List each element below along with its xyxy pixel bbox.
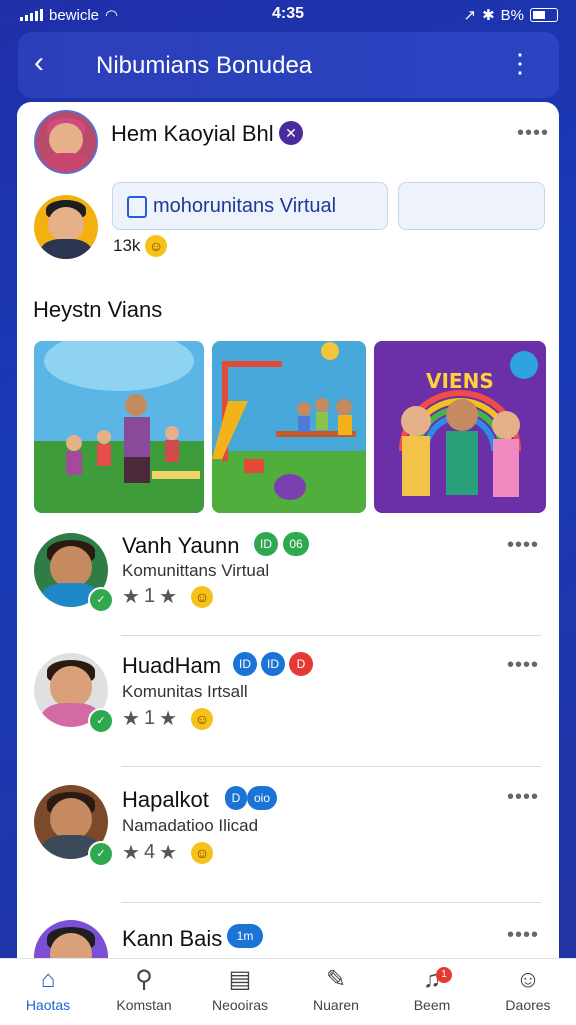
nav-item-notifications[interactable]: ♫ 1 Beem xyxy=(384,965,480,1013)
badge-icon: D xyxy=(225,786,247,810)
gallery-image-2[interactable] xyxy=(212,341,366,513)
user-name[interactable]: HuadHam xyxy=(122,653,221,679)
online-status-icon: ✓ xyxy=(88,708,114,734)
star-icon: ★ xyxy=(159,586,177,608)
list-icon: ▤ xyxy=(228,966,252,993)
laugh-emoji-icon: ☺ xyxy=(191,585,213,608)
star-icon: ★ xyxy=(122,586,140,608)
profile-icon: ☺ xyxy=(515,966,541,993)
divider xyxy=(121,902,541,903)
laugh-emoji-icon: ☺ xyxy=(191,841,213,864)
bluetooth-icon: ✱ xyxy=(482,7,495,24)
status-bar: bewicle ◠ 4:35 ↗ ✱ B% xyxy=(0,0,576,30)
user-more-icon[interactable]: •••• xyxy=(507,534,539,557)
reaction-count: 13k xyxy=(113,236,141,255)
document-icon xyxy=(127,196,147,218)
search-icon: ⚲ xyxy=(135,966,153,993)
nav-label: Haotas xyxy=(25,997,71,1013)
badge-icon: D xyxy=(289,652,313,676)
user-subtitle: Namadatioo Ilicad xyxy=(122,816,259,835)
location-icon: ↗ xyxy=(463,7,477,24)
divider xyxy=(121,635,541,636)
post-more-icon[interactable]: •••• xyxy=(517,122,549,145)
overflow-menu-icon[interactable]: ⋮ xyxy=(507,48,533,78)
community-avatar[interactable] xyxy=(34,195,98,259)
online-status-icon: ✓ xyxy=(88,587,114,613)
user-subtitle: Komunitas Irtsall xyxy=(122,682,248,701)
gallery-image-1[interactable] xyxy=(34,341,204,513)
friends-illustration xyxy=(374,341,546,513)
gallery-banner-text: VIENS xyxy=(426,369,494,393)
moderator-badge-icon: ✕ xyxy=(279,121,303,145)
badge-icon: ID xyxy=(254,532,278,556)
bottom-nav: ⌂ Haotas ⚲ Komstan ▤ Neooiras ✎ Nuaren ♫… xyxy=(0,958,576,1025)
user-rating: ★ 1 ★ ☺ xyxy=(122,706,213,731)
community-chip-label: mohorunitans Virtual xyxy=(153,195,337,217)
nav-item-home[interactable]: ⌂ Haotas xyxy=(0,965,96,1013)
edit-icon: ✎ xyxy=(325,966,347,993)
user-more-icon[interactable]: •••• xyxy=(507,924,539,947)
playground-illustration xyxy=(212,341,366,513)
badge-icon: 1m xyxy=(227,924,263,948)
reaction-summary[interactable]: 13k ☺ xyxy=(113,235,168,257)
bell-icon: ♫ xyxy=(423,966,441,993)
battery-percent: B% xyxy=(500,6,524,24)
nav-item-profile[interactable]: ☺ Daores xyxy=(480,965,576,1013)
nav-item-search[interactable]: ⚲ Komstan xyxy=(96,965,192,1013)
post-author-avatar[interactable] xyxy=(34,110,98,174)
post-author-name[interactable]: Hem Kaoyial Bhl xyxy=(111,121,274,147)
badge-icon: 06 xyxy=(283,532,309,556)
page-title: Nibumians Bonudea xyxy=(96,52,313,79)
community-chip[interactable]: mohorunitans Virtual xyxy=(112,182,388,230)
nav-label: Neooiras xyxy=(211,997,269,1013)
battery-icon xyxy=(530,8,558,22)
gallery-image-3[interactable]: VIENS xyxy=(374,341,546,513)
nav-label: Beem xyxy=(413,997,451,1013)
laugh-emoji-icon: ☺ xyxy=(191,707,213,730)
user-more-icon[interactable]: •••• xyxy=(507,786,539,809)
content-card: Hem Kaoyial Bhl ✕ •••• mohorunitans Virt… xyxy=(17,102,559,1024)
nav-item-list[interactable]: ▤ Neooiras xyxy=(192,965,288,1013)
notification-badge: 1 xyxy=(436,967,452,983)
laugh-emoji-icon: ☺ xyxy=(145,235,168,257)
nav-label: Nuaren xyxy=(313,997,359,1013)
user-rating: ★ 4 ★ ☺ xyxy=(122,840,213,865)
star-icon: ★ xyxy=(159,708,177,730)
nav-item-edit[interactable]: ✎ Nuaren xyxy=(288,965,384,1013)
kids-park-illustration xyxy=(34,341,204,513)
section-title: Heystn Vians xyxy=(33,297,163,322)
user-more-icon[interactable]: •••• xyxy=(507,654,539,677)
user-name[interactable]: Kann Bais xyxy=(122,926,222,952)
badge-icon: ID xyxy=(233,652,257,676)
badge-icon: ID xyxy=(261,652,285,676)
app-header: ‹ Nibumians Bonudea ⋮ xyxy=(18,32,559,98)
user-name[interactable]: Hapalkot xyxy=(122,787,209,813)
back-arrow-icon[interactable]: ‹ xyxy=(34,48,44,78)
online-status-icon: ✓ xyxy=(88,841,114,867)
nav-label: Komstan xyxy=(116,997,172,1013)
star-icon: ★ xyxy=(159,842,177,864)
nav-label: Daores xyxy=(505,997,551,1013)
home-icon: ⌂ xyxy=(40,966,56,993)
user-rating: ★ 1 ★ ☺ xyxy=(122,584,213,609)
badge-icon: oio xyxy=(247,786,277,810)
user-name[interactable]: Vanh Yaunn xyxy=(122,533,239,559)
user-subtitle: Komunittans Virtual xyxy=(122,561,270,580)
star-icon: ★ xyxy=(122,708,140,730)
divider xyxy=(121,766,541,767)
star-icon: ★ xyxy=(122,842,140,864)
secondary-chip[interactable] xyxy=(398,182,545,230)
